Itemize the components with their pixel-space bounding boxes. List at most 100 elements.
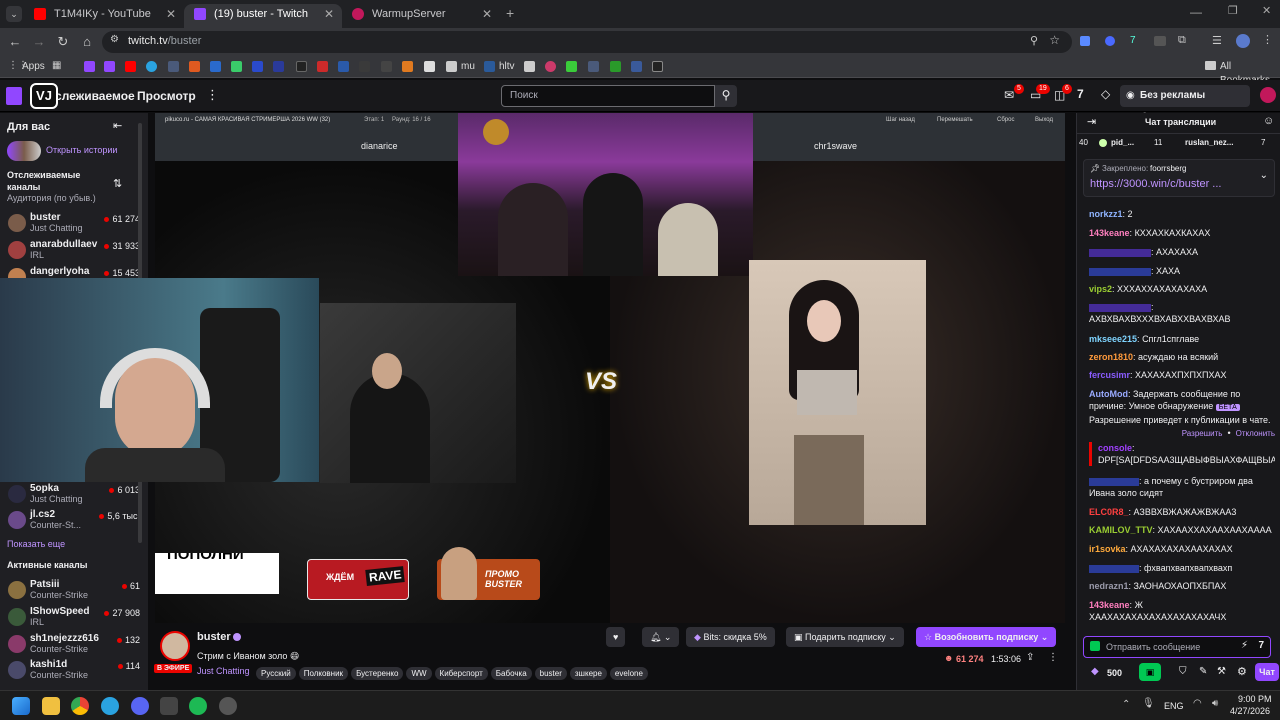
channel-points-icon[interactable]: ◆ [1091,666,1099,677]
collapse-sidebar-icon[interactable]: ⇤ [113,119,122,132]
twitch-logo-icon[interactable] [6,87,22,105]
tag-item[interactable]: WW [406,667,432,680]
nav-browse[interactable]: Просмотр [137,89,196,103]
back-icon[interactable]: ← [6,33,24,51]
chrome-icon[interactable] [71,697,89,715]
shuffle-button[interactable]: Перемешать [937,117,973,123]
bookmark-icon[interactable] [317,61,328,72]
bookmark-hltv[interactable]: hltv [499,60,515,74]
sidebar-channel-5opka[interactable]: 5opka Just Chatting 6 013 [6,483,142,507]
held-username[interactable]: console [1098,443,1132,453]
sidebar-channel-ishowspeed[interactable]: IShowSpeed IRL 27 908 [6,606,142,630]
tab-twitch[interactable]: (19) buster - Twitch ✕ [184,4,342,28]
app-icon[interactable] [160,697,178,715]
chat-username[interactable]: 143keane [1089,600,1130,610]
bookmark-icon[interactable] [168,61,179,72]
tab-youtube[interactable]: T1M4IKy - YouTube ✕ [24,4,184,28]
chat-username[interactable]: ir1sovka [1089,544,1126,554]
chevron-down-icon[interactable]: ⌄ [1260,170,1268,181]
bookmark-mu[interactable]: mu [461,60,475,74]
notification-bell-button[interactable]: 🔔︎ ⌄ [642,627,680,647]
bookmark-icon[interactable] [424,61,435,72]
sidebar-channel-dangerlyoha[interactable]: dangerlyoha 15 453 [6,266,142,278]
bookmark-icon[interactable] [338,61,349,72]
bits-icon[interactable]: ◇ [1101,87,1110,101]
exit-button[interactable]: Выход [1035,117,1053,123]
url-input[interactable]: ⚙ twitch.tv/buster ⚲ ☆ [102,31,1072,53]
bookmark-icon[interactable] [252,61,263,72]
pinned-message[interactable]: 📌︎ Закреплено: foorrsberg https://3000.w… [1083,159,1275,197]
chat-username[interactable] [1089,477,1139,486]
bookmark-icon[interactable] [524,61,535,72]
bookmark-apps[interactable]: Apps [22,60,45,74]
bookmark-icon[interactable] [652,61,663,72]
gift-sub-button[interactable]: ▣ Подарить подписку ⌄ [786,627,904,647]
chat-username[interactable]: mkseee215 [1089,334,1137,344]
tab-search-icon[interactable]: ⌄ [6,6,22,22]
chat-username[interactable] [1089,248,1151,257]
show-more-link[interactable]: Показать еще [7,539,65,549]
chat-users-icon[interactable]: ☺ [1263,115,1274,127]
extension-icon[interactable] [1080,36,1090,46]
menu-dots-icon[interactable]: ⋮ [1262,33,1273,46]
pen-icon[interactable]: ✎ [1199,666,1207,677]
extension-icon[interactable] [1154,36,1166,46]
folder-icon[interactable] [446,61,457,72]
extension-7tv-icon[interactable]: 7 [1077,87,1084,101]
reading-list-icon[interactable]: ☰ [1212,34,1222,47]
resub-button[interactable]: ☆ Возобновить подписку ⌄ [916,627,1057,647]
bookmark-icon[interactable] [484,61,495,72]
microphone-icon[interactable]: 🎙︎ [1142,698,1155,709]
discord-icon[interactable] [131,697,149,715]
profile-avatar[interactable] [1236,34,1250,48]
share-icon[interactable]: ⇪ [1026,652,1034,663]
tab-groups-icon[interactable]: ▦ [52,60,61,71]
stories-avatars[interactable] [7,141,41,161]
volume-icon[interactable]: 🔊︎ [1212,698,1218,709]
chat-username[interactable] [1089,303,1151,312]
minimize-button[interactable]: — [1190,5,1202,19]
bookmark-icon[interactable] [588,61,599,72]
tools-icon[interactable]: ⚒ [1217,666,1226,677]
tag-item[interactable]: Киберспорт [434,667,488,680]
sidebar-channel-jlcs2[interactable]: jl.cs2 Counter-St... 5,6 тыс. [6,509,142,533]
bookmark-icon[interactable] [104,61,115,72]
bookmark-icon[interactable] [402,61,413,72]
bookmark-icon[interactable] [146,61,157,72]
close-tab-icon[interactable]: ✕ [482,4,492,24]
chat-send-button[interactable]: Чат [1255,663,1279,681]
sidebar-channel-buster[interactable]: buster Just Chatting 61 274 [6,212,142,236]
channel-name[interactable]: buster [197,631,231,643]
pinned-link[interactable]: https://3000.win/c/buster ... [1090,178,1221,190]
chat-username[interactable]: fercusimr [1089,370,1130,380]
search-icon[interactable]: ⚲ [715,85,737,107]
tag-item[interactable]: Полковник [298,667,349,680]
wifi-icon[interactable]: ◠ [1193,698,1202,709]
channel-avatar[interactable] [160,631,190,661]
bookmark-icon[interactable] [273,61,284,72]
inbox-icon[interactable]: ✉ [1004,88,1014,102]
sidebar-channel-patsiii[interactable]: Patsiii Counter-Strike 61 [6,579,142,603]
chat-input[interactable]: Отправить сообщение ⚡ 7 [1083,636,1271,658]
chat-username[interactable]: KAMILOV_TTV [1089,525,1153,535]
bookmark-icon[interactable] [296,61,307,72]
restore-button[interactable]: ❐ [1228,4,1238,17]
search-input[interactable]: Поиск [501,85,715,107]
close-window-button[interactable]: ✕ [1262,4,1271,17]
bookmark-icon[interactable] [381,61,392,72]
clock-time[interactable]: 9:00 PM [1238,694,1272,704]
bookmark-all[interactable]: All Bookmarks [1220,60,1280,86]
extension-icon[interactable] [1105,36,1115,46]
7tv-icon[interactable]: 7 [1258,640,1264,651]
follow-heart-button[interactable]: ♥ [606,627,626,647]
bits-discount-button[interactable]: ◆ Bits: скидка 5% [686,627,775,647]
close-tab-icon[interactable]: ✕ [324,4,334,24]
chat-username[interactable]: norkzz1 [1089,209,1123,219]
emote-icon[interactable]: ⚡ [1241,640,1248,651]
forward-icon[interactable]: → [30,33,48,51]
tag-item[interactable]: evelone [609,667,648,680]
open-stories-link[interactable]: Открыть истории [46,145,117,155]
bookmark-icon[interactable] [189,61,200,72]
chat-username[interactable]: nedrazn1 [1089,581,1129,591]
chat-username[interactable] [1089,564,1139,573]
